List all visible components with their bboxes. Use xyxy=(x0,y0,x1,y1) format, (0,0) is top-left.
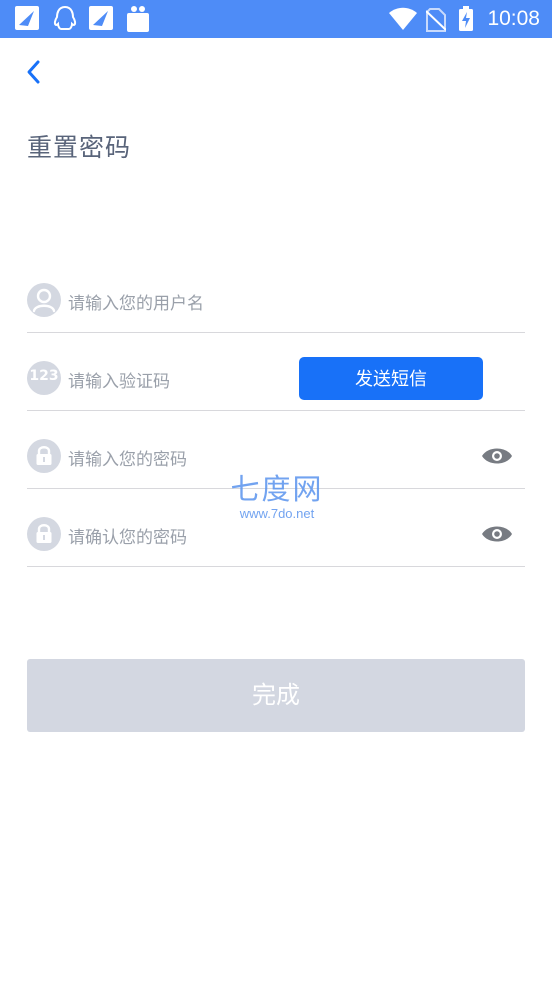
password-input[interactable]: 请输入您的密码 xyxy=(68,445,187,470)
eye-icon[interactable] xyxy=(481,446,513,466)
status-bar: 10:08 xyxy=(0,0,552,38)
wifi-icon xyxy=(389,7,417,30)
notification-app-icon xyxy=(89,6,113,30)
qq-icon xyxy=(53,5,77,30)
battery-charging-icon xyxy=(459,6,473,31)
send-sms-button[interactable]: 发送短信 xyxy=(299,357,483,400)
done-button[interactable]: 完成 xyxy=(27,659,525,732)
back-button[interactable] xyxy=(22,58,46,86)
status-time: 10:08 xyxy=(487,7,540,30)
username-row[interactable]: 请输入您的用户名 xyxy=(27,254,525,333)
code-icon-label: 123 xyxy=(29,368,59,384)
number-code-icon: 123 xyxy=(27,361,61,395)
confirm-password-row[interactable]: 请确认您的密码 xyxy=(27,488,525,567)
chevron-left-icon xyxy=(27,60,40,84)
eye-icon[interactable] xyxy=(481,524,513,544)
lock-icon xyxy=(27,517,61,551)
confirm-password-input[interactable]: 请确认您的密码 xyxy=(68,523,187,548)
no-sim-icon xyxy=(426,8,446,32)
shopping-bag-icon xyxy=(127,6,149,32)
page-title: 重置密码 xyxy=(27,133,132,162)
lock-icon xyxy=(27,439,61,473)
user-icon xyxy=(27,283,61,317)
username-input[interactable]: 请输入您的用户名 xyxy=(68,289,204,314)
verification-code-input[interactable]: 请输入验证码 xyxy=(68,367,170,392)
notification-app-icon xyxy=(15,6,39,30)
